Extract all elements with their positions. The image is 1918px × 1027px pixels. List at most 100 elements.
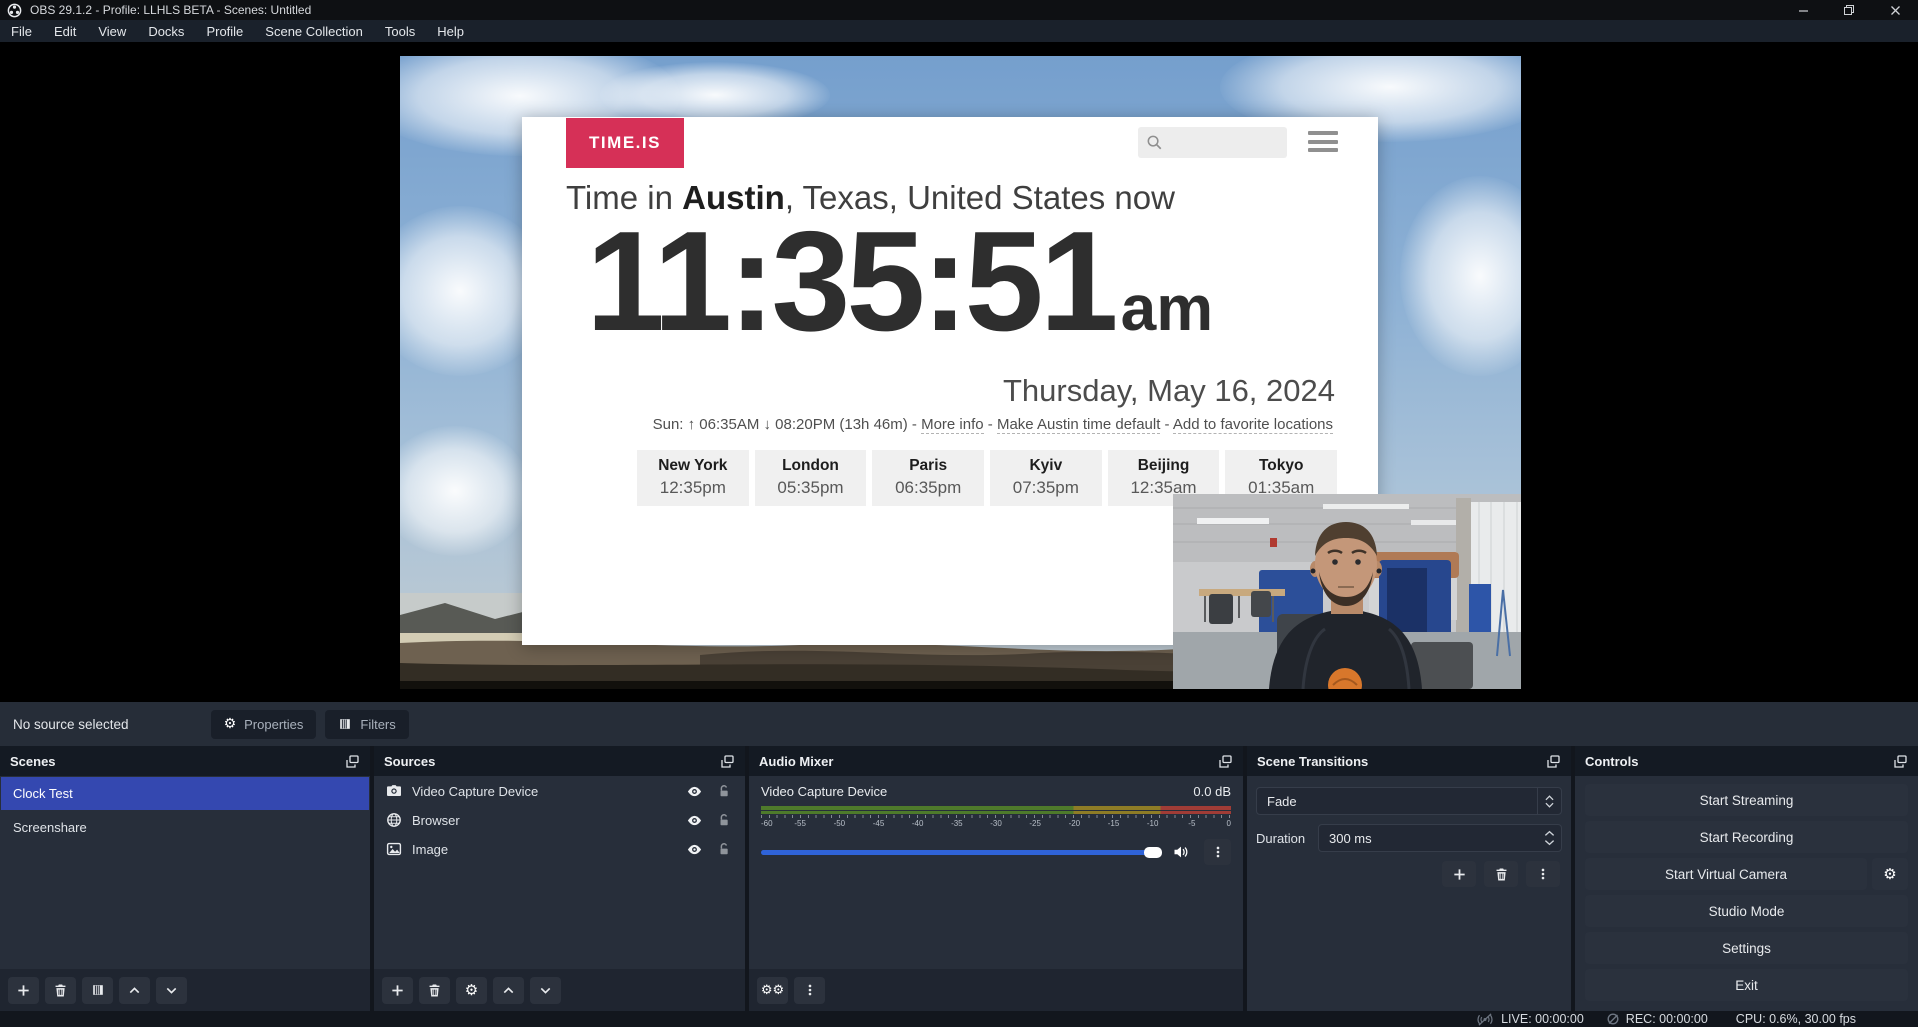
mixer-toolbar: ⚙⚙ xyxy=(749,969,1243,1011)
transition-options-button[interactable] xyxy=(1526,861,1560,887)
world-time-cell: Paris06:35pm xyxy=(872,450,984,506)
volume-meter: -60 -55 -50 -45 -40 -35 -30 -25 -20 -15 … xyxy=(761,806,1231,830)
menu-help[interactable]: Help xyxy=(426,20,475,42)
controls-header: Controls xyxy=(1575,746,1918,776)
popout-icon[interactable] xyxy=(720,754,735,769)
eye-icon[interactable] xyxy=(686,783,703,800)
stats-text: CPU: 0.6%, 30.00 fps xyxy=(1736,1012,1856,1026)
virtual-camera-settings-button[interactable]: ⚙ xyxy=(1872,858,1908,890)
clock-display: 11:35:51am xyxy=(586,211,1213,353)
eye-icon[interactable] xyxy=(686,841,703,858)
source-toolbar: No source selected ⚙ Properties Filters xyxy=(0,702,1918,746)
unlock-icon[interactable] xyxy=(717,813,731,828)
preview-canvas[interactable]: TIME.IS Time in Austin, Texas, United St… xyxy=(0,42,1918,702)
remove-scene-button[interactable] xyxy=(45,977,76,1004)
close-button[interactable] xyxy=(1872,0,1918,20)
source-item-image[interactable]: Image xyxy=(374,835,745,863)
spin-down-icon[interactable] xyxy=(1544,839,1555,846)
source-move-up-button[interactable] xyxy=(493,977,524,1004)
chevron-updown-icon[interactable] xyxy=(1537,788,1561,814)
audio-mixer-header: Audio Mixer xyxy=(749,746,1243,776)
properties-button[interactable]: ⚙ Properties xyxy=(211,710,317,739)
cloud xyxy=(1400,176,1521,376)
spin-up-icon[interactable] xyxy=(1544,830,1555,837)
source-status-text: No source selected xyxy=(13,717,129,732)
scene-transitions-dock: Scene Transitions Fade Duration 300 ms xyxy=(1247,746,1571,1011)
channel-options-button[interactable] xyxy=(1204,839,1231,865)
speaker-icon[interactable] xyxy=(1172,844,1190,860)
sources-dock-header: Sources xyxy=(374,746,745,776)
menu-view[interactable]: View xyxy=(87,20,137,42)
sources-list: Video Capture Device Browser Image xyxy=(374,776,745,969)
channel-name: Video Capture Device xyxy=(761,784,887,799)
camera-icon xyxy=(386,783,402,799)
add-scene-button[interactable] xyxy=(8,977,39,1004)
preview-video[interactable]: TIME.IS Time in Austin, Texas, United St… xyxy=(400,56,1521,689)
filter-icon xyxy=(338,717,352,731)
menu-file[interactable]: File xyxy=(0,20,43,42)
scene-filters-button[interactable] xyxy=(82,977,113,1004)
scene-move-up-button[interactable] xyxy=(119,977,150,1004)
date-display: Thursday, May 16, 2024 xyxy=(1003,373,1335,409)
scenes-toolbar xyxy=(0,969,370,1011)
source-move-down-button[interactable] xyxy=(530,977,561,1004)
transition-select[interactable]: Fade xyxy=(1256,787,1562,815)
gear-icon: ⚙ xyxy=(224,717,237,731)
settings-button[interactable]: Settings xyxy=(1585,932,1908,964)
studio-mode-button[interactable]: Studio Mode xyxy=(1585,895,1908,927)
advanced-audio-button[interactable]: ⚙⚙ xyxy=(757,977,788,1004)
popout-icon[interactable] xyxy=(1546,754,1561,769)
unlock-icon[interactable] xyxy=(717,784,731,799)
menubar: File Edit View Docks Profile Scene Colle… xyxy=(0,20,1918,42)
controls-body: Start Streaming Start Recording Start Vi… xyxy=(1575,776,1918,1011)
popout-icon[interactable] xyxy=(1218,754,1233,769)
docks-area: Scenes Clock Test Screenshare Sources xyxy=(0,746,1918,1011)
source-item-browser[interactable]: Browser xyxy=(374,806,745,834)
source-item-video-capture[interactable]: Video Capture Device xyxy=(374,777,745,805)
exit-button[interactable]: Exit xyxy=(1585,969,1908,1001)
scene-item-screenshare[interactable]: Screenshare xyxy=(1,811,369,844)
popout-icon[interactable] xyxy=(1893,754,1908,769)
unlock-icon[interactable] xyxy=(717,842,731,857)
start-virtual-camera-button[interactable]: Start Virtual Camera xyxy=(1585,858,1867,890)
live-status-icon xyxy=(1475,1012,1495,1027)
add-transition-button[interactable] xyxy=(1442,861,1476,887)
scene-move-down-button[interactable] xyxy=(156,977,187,1004)
menu-profile[interactable]: Profile xyxy=(195,20,254,42)
start-streaming-button[interactable]: Start Streaming xyxy=(1585,784,1908,816)
meter-scale: -60 -55 -50 -45 -40 -35 -30 -25 -20 -15 … xyxy=(761,819,1231,830)
status-bar: LIVE: 00:00:00 REC: 00:00:00 CPU: 0.6%, … xyxy=(0,1011,1918,1027)
eye-icon[interactable] xyxy=(686,812,703,829)
obs-logo-icon xyxy=(7,3,22,18)
scene-transitions-header: Scene Transitions xyxy=(1247,746,1571,776)
live-status-text: LIVE: 00:00:00 xyxy=(1501,1012,1584,1026)
search-input xyxy=(1138,127,1287,158)
start-recording-button[interactable]: Start Recording xyxy=(1585,821,1908,853)
cloud xyxy=(400,426,530,556)
volume-slider-handle[interactable] xyxy=(1144,847,1162,858)
sources-toolbar: ⚙ xyxy=(374,969,745,1011)
gear-icon: ⚙ xyxy=(1883,867,1896,882)
popout-icon[interactable] xyxy=(345,754,360,769)
restore-button[interactable] xyxy=(1826,0,1872,20)
add-source-button[interactable] xyxy=(382,977,413,1004)
minimize-button[interactable] xyxy=(1780,0,1826,20)
channel-level-db: 0.0 dB xyxy=(1193,784,1231,799)
scenes-list: Clock Test Screenshare xyxy=(0,776,370,969)
menu-docks[interactable]: Docks xyxy=(137,20,195,42)
menu-scene-collection[interactable]: Scene Collection xyxy=(254,20,374,42)
menu-edit[interactable]: Edit xyxy=(43,20,87,42)
duration-spinbox[interactable]: 300 ms xyxy=(1318,824,1562,852)
remove-source-button[interactable] xyxy=(419,977,450,1004)
double-gear-icon: ⚙⚙ xyxy=(761,984,784,997)
mixer-options-button[interactable] xyxy=(794,977,825,1004)
remove-transition-button[interactable] xyxy=(1484,861,1518,887)
volume-slider[interactable] xyxy=(761,850,1162,855)
filters-button[interactable]: Filters xyxy=(325,710,408,739)
webcam-overlay xyxy=(1173,494,1521,689)
menu-tools[interactable]: Tools xyxy=(374,20,426,42)
globe-icon xyxy=(386,812,402,828)
scene-item-clock-test[interactable]: Clock Test xyxy=(1,777,369,810)
source-properties-button[interactable]: ⚙ xyxy=(456,977,487,1004)
rec-status-icon xyxy=(1606,1012,1620,1026)
